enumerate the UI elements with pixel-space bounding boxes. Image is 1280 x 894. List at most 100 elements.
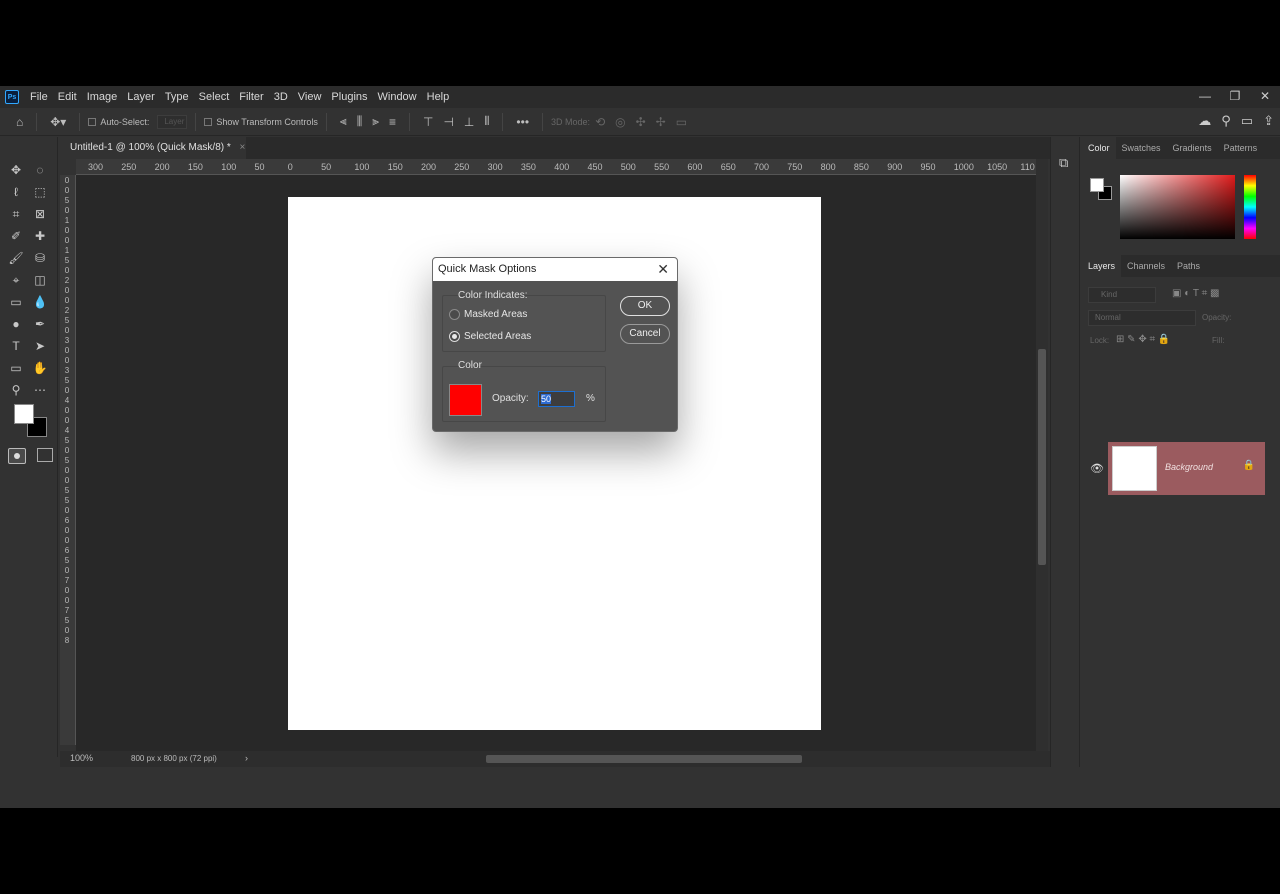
- masked-areas-radio[interactable]: [449, 309, 460, 320]
- menu-select[interactable]: Select: [194, 86, 235, 108]
- zoom-icon[interactable]: ⚲: [6, 381, 26, 399]
- opacity-unit: %: [586, 393, 595, 404]
- search-icon[interactable]: ⚲: [1221, 113, 1231, 129]
- pen-icon[interactable]: ✒: [30, 315, 50, 333]
- ruler-h-label: 0: [287, 162, 293, 172]
- dialog-close-icon[interactable]: ✕: [657, 261, 669, 277]
- blend-mode-dropdown[interactable]: Normal: [1088, 310, 1196, 326]
- tab-paths[interactable]: Paths: [1171, 255, 1206, 277]
- foreground-color-swatch[interactable]: [14, 404, 34, 424]
- selected-areas-label[interactable]: Selected Areas: [464, 331, 531, 342]
- opacity-input[interactable]: 50: [538, 391, 575, 407]
- hand-icon[interactable]: ✋: [30, 359, 50, 377]
- ok-button[interactable]: OK: [620, 296, 670, 316]
- layer-background[interactable]: Background 🔒: [1108, 442, 1265, 495]
- object-select-icon[interactable]: ⬚: [30, 183, 50, 201]
- dodge-icon[interactable]: ●: [6, 315, 26, 333]
- vertical-scrollbar[interactable]: [1036, 159, 1048, 751]
- masked-areas-label[interactable]: Masked Areas: [464, 309, 527, 320]
- panel-foreground-swatch[interactable]: [1090, 178, 1104, 192]
- menu-plugins[interactable]: Plugins: [326, 86, 372, 108]
- auto-select-label: Auto-Select:: [100, 116, 150, 127]
- menu-image[interactable]: Image: [82, 86, 123, 108]
- share-icon[interactable]: ☁: [1198, 113, 1211, 129]
- selected-areas-radio[interactable]: [449, 331, 460, 342]
- share-doc-icon[interactable]: ⇪: [1263, 113, 1274, 129]
- frame-icon[interactable]: ⊠: [30, 205, 50, 223]
- distribute-icon[interactable]: ≡: [389, 115, 396, 129]
- restore-button[interactable]: ❐: [1220, 86, 1250, 108]
- close-tab-icon[interactable]: ×: [240, 142, 246, 153]
- auto-select-checkbox[interactable]: [88, 117, 97, 126]
- show-transform-checkbox[interactable]: [204, 117, 213, 126]
- auto-select-dropdown[interactable]: Layer: [157, 114, 188, 129]
- lock-icons[interactable]: ⊞ ✎ ✥ ⌗ 🔒: [1116, 334, 1170, 345]
- tab-color[interactable]: Color: [1082, 137, 1116, 159]
- menu-window[interactable]: Window: [373, 86, 422, 108]
- visibility-eye-icon[interactable]: 👁: [1090, 462, 1104, 475]
- blur-icon[interactable]: 💧: [30, 293, 50, 311]
- align-top-icon[interactable]: ⊤: [423, 115, 433, 129]
- home-icon[interactable]: ⌂: [16, 115, 23, 129]
- rectangle-icon[interactable]: ▭: [6, 359, 26, 377]
- layer-lock-icon[interactable]: 🔒: [1243, 460, 1255, 471]
- history-panel-icon[interactable]: ⧉: [1059, 155, 1068, 171]
- gradient-icon[interactable]: ▭: [6, 293, 26, 311]
- eraser-icon[interactable]: ◫: [30, 271, 50, 289]
- menu-file[interactable]: File: [25, 86, 53, 108]
- align-middle-icon[interactable]: ⊣: [443, 115, 453, 129]
- color-spectrum[interactable]: [1120, 175, 1235, 239]
- menu-view[interactable]: View: [293, 86, 327, 108]
- menu-help[interactable]: Help: [422, 86, 455, 108]
- move-tool-preset-icon[interactable]: ✥▾: [50, 115, 66, 129]
- ruler-v-label: 0: [64, 296, 70, 305]
- menu-layer[interactable]: Layer: [122, 86, 160, 108]
- stamp-icon[interactable]: ⛁: [30, 249, 50, 267]
- tab-layers[interactable]: Layers: [1082, 255, 1122, 277]
- layer-kind-filter[interactable]: Kind: [1088, 287, 1156, 303]
- brush-icon[interactable]: 🖌: [6, 249, 26, 267]
- more-options-icon[interactable]: •••: [516, 115, 529, 129]
- document-tab[interactable]: Untitled-1 @ 100% (Quick Mask/8) * ×: [60, 137, 246, 159]
- type-icon[interactable]: T: [6, 337, 26, 355]
- horizontal-scrollbar[interactable]: [270, 754, 1030, 764]
- menu-type[interactable]: Type: [160, 86, 194, 108]
- minimize-button[interactable]: —: [1190, 86, 1220, 108]
- marquee-icon[interactable]: ◌: [30, 161, 50, 179]
- quick-mask-button[interactable]: [8, 448, 26, 464]
- tab-swatches[interactable]: Swatches: [1116, 137, 1167, 159]
- ruler-h-label: 250: [454, 162, 470, 172]
- filter-icons[interactable]: ▣ ◐ T ⌗ ▩: [1172, 288, 1219, 299]
- mask-color-swatch[interactable]: [449, 384, 482, 416]
- more-tools-icon[interactable]: ⋯: [30, 381, 50, 399]
- distribute-vertical-icon[interactable]: ⫴: [484, 114, 489, 129]
- path-select-icon[interactable]: ➤: [30, 337, 50, 355]
- close-window-button[interactable]: ✕: [1250, 86, 1280, 108]
- align-left-icon[interactable]: ⫷: [340, 114, 347, 129]
- align-center-icon[interactable]: ⫼: [357, 114, 363, 129]
- ruler-h-label: 900: [887, 162, 903, 172]
- healing-icon[interactable]: ✚: [30, 227, 50, 245]
- tab-patterns[interactable]: Patterns: [1218, 137, 1264, 159]
- status-menu-arrow[interactable]: ›: [245, 753, 248, 763]
- menu-3d[interactable]: 3D: [269, 86, 293, 108]
- tab-channels[interactable]: Channels: [1121, 255, 1171, 277]
- screen-mode-button[interactable]: [37, 448, 53, 462]
- menu-edit[interactable]: Edit: [53, 86, 82, 108]
- hue-slider[interactable]: [1244, 175, 1256, 239]
- scrollbar-thumb[interactable]: [486, 755, 802, 763]
- align-right-icon[interactable]: ⫸: [372, 114, 379, 129]
- tab-gradients[interactable]: Gradients: [1167, 137, 1218, 159]
- lasso-icon[interactable]: ℓ: [6, 183, 26, 201]
- eyedropper-icon[interactable]: ✐: [6, 227, 26, 245]
- align-bottom-icon[interactable]: ⊥: [464, 115, 474, 129]
- move-icon[interactable]: ✥: [6, 161, 26, 179]
- scrollbar-thumb[interactable]: [1038, 349, 1046, 565]
- separator: [195, 112, 197, 131]
- history-brush-icon[interactable]: ⌖: [6, 271, 26, 289]
- cancel-button[interactable]: Cancel: [620, 324, 670, 344]
- menu-filter[interactable]: Filter: [234, 86, 268, 108]
- zoom-level[interactable]: 100%: [70, 753, 93, 763]
- crop-icon[interactable]: ⌗: [6, 205, 26, 223]
- workspace-icon[interactable]: ▭: [1241, 113, 1253, 129]
